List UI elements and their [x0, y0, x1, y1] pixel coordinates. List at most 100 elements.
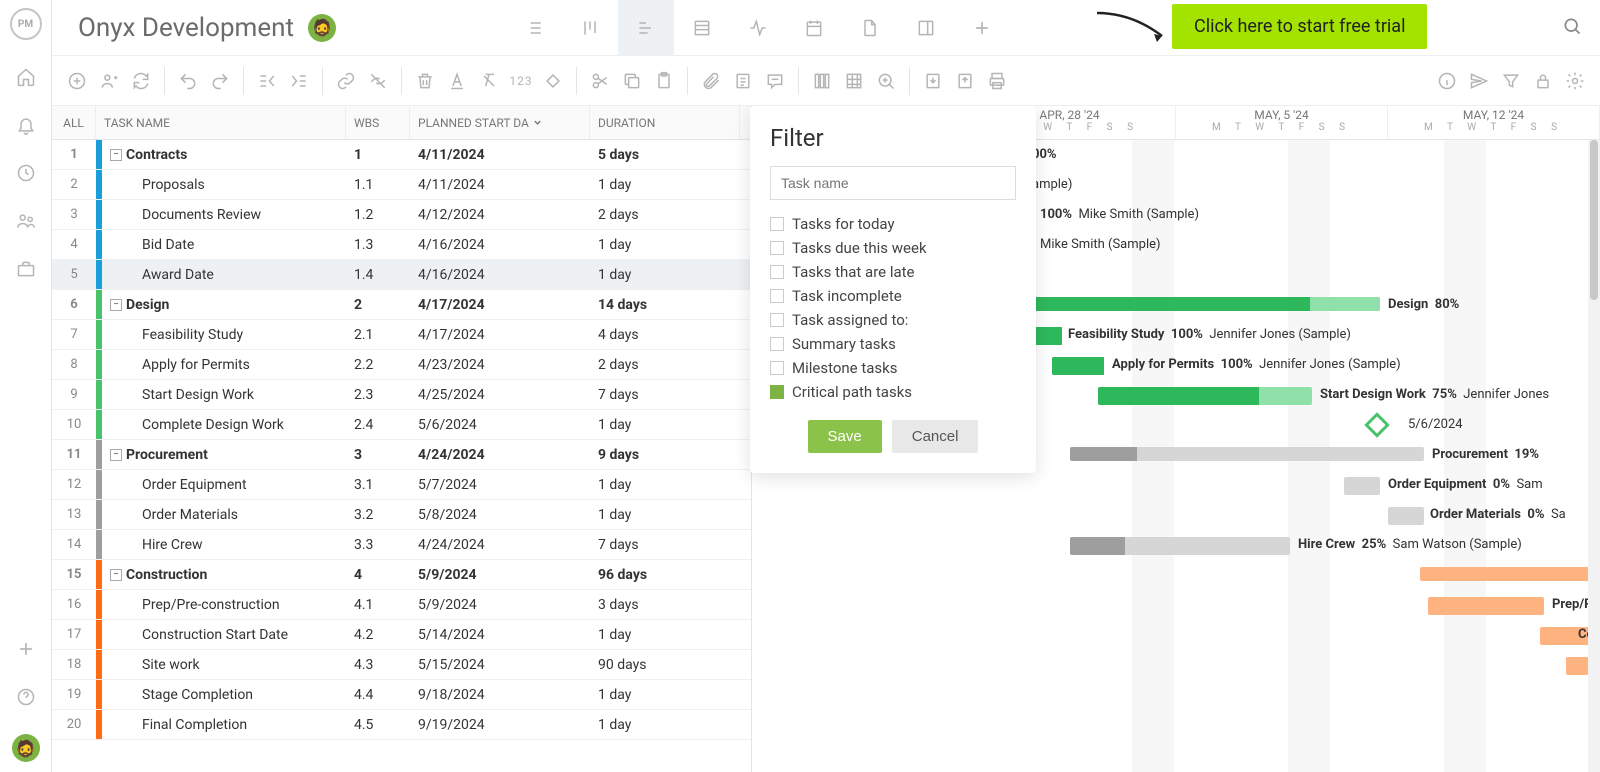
table-row[interactable]: 3Documents Review1.24/12/20242 days	[52, 200, 751, 230]
checkbox[interactable]	[770, 313, 784, 327]
gantt-bar[interactable]	[1032, 297, 1380, 311]
view-panel-icon[interactable]	[898, 0, 954, 56]
table-row[interactable]: 9Start Design Work2.34/25/20247 days	[52, 380, 751, 410]
checkbox[interactable]	[770, 217, 784, 231]
checkbox[interactable]	[770, 385, 784, 399]
attach-icon[interactable]	[700, 71, 722, 91]
col-all[interactable]: ALL	[52, 106, 96, 139]
filter-icon[interactable]	[1500, 71, 1522, 91]
table-row[interactable]: 2Proposals1.14/11/20241 day	[52, 170, 751, 200]
gantt-bar[interactable]	[1388, 507, 1424, 525]
task-name-cell[interactable]: Bid Date	[102, 237, 346, 253]
task-name-cell[interactable]: Hire Crew	[102, 537, 346, 553]
indent-icon[interactable]	[288, 71, 310, 91]
note-icon[interactable]	[732, 71, 754, 91]
task-name-cell[interactable]: Award Date	[102, 267, 346, 283]
home-icon[interactable]	[15, 66, 37, 88]
checkbox[interactable]	[770, 265, 784, 279]
app-logo[interactable]: PM	[10, 8, 42, 40]
project-owner-avatar[interactable]: 🧔	[308, 14, 336, 42]
table-row[interactable]: 4Bid Date1.34/16/20241 day	[52, 230, 751, 260]
task-name-cell[interactable]: Apply for Permits	[102, 357, 346, 373]
task-name-cell[interactable]: −Procurement	[102, 447, 346, 463]
gantt-bar[interactable]	[1070, 447, 1424, 461]
col-wbs[interactable]: WBS	[346, 106, 410, 139]
copy-icon[interactable]	[621, 71, 643, 91]
task-name-cell[interactable]: Start Design Work	[102, 387, 346, 403]
table-row[interactable]: 15−Construction45/9/202496 days	[52, 560, 751, 590]
info-icon[interactable]	[1436, 71, 1458, 91]
task-name-cell[interactable]: −Contracts	[102, 147, 346, 163]
columns-icon[interactable]	[811, 71, 833, 91]
task-name-cell[interactable]: Complete Design Work	[102, 417, 346, 433]
briefcase-icon[interactable]	[15, 258, 37, 280]
save-button[interactable]: Save	[808, 420, 882, 453]
redo-icon[interactable]	[209, 71, 231, 91]
filter-option[interactable]: Task incomplete	[770, 284, 1016, 308]
add-task-icon[interactable]	[66, 71, 88, 91]
gantt-milestone[interactable]	[1364, 412, 1389, 437]
checkbox[interactable]	[770, 241, 784, 255]
col-task-name[interactable]: TASK NAME	[96, 106, 346, 139]
table-row[interactable]: 12Order Equipment3.15/7/20241 day	[52, 470, 751, 500]
gear-icon[interactable]	[1564, 71, 1586, 91]
cancel-button[interactable]: Cancel	[892, 420, 979, 453]
expander-icon[interactable]: −	[110, 569, 122, 581]
view-calendar-icon[interactable]	[786, 0, 842, 56]
table-row[interactable]: 1−Contracts14/11/20245 days	[52, 140, 751, 170]
export-icon[interactable]	[954, 71, 976, 91]
send-icon[interactable]	[1468, 71, 1490, 91]
cta-free-trial[interactable]: Click here to start free trial	[1172, 4, 1427, 49]
gantt-bar[interactable]	[1344, 477, 1380, 495]
checkbox[interactable]	[770, 361, 784, 375]
task-name-cell[interactable]: −Construction	[102, 567, 346, 583]
delete-icon[interactable]	[414, 71, 436, 91]
zoom-icon[interactable]	[875, 71, 897, 91]
gantt-bar[interactable]	[1052, 357, 1104, 375]
table-row[interactable]: 17Construction Start Date4.25/14/20241 d…	[52, 620, 751, 650]
task-name-cell[interactable]: Documents Review	[102, 207, 346, 223]
unlink-icon[interactable]	[367, 71, 389, 91]
view-list-icon[interactable]	[506, 0, 562, 56]
table-row[interactable]: 20Final Completion4.59/19/20241 day	[52, 710, 751, 740]
add-icon[interactable]	[15, 638, 37, 660]
search-icon[interactable]	[1562, 16, 1582, 40]
table-row[interactable]: 16Prep/Pre-construction4.15/9/20243 days	[52, 590, 751, 620]
filter-option[interactable]: Tasks that are late	[770, 260, 1016, 284]
cut-icon[interactable]	[589, 71, 611, 91]
import-icon[interactable]	[922, 71, 944, 91]
filter-option[interactable]: Tasks for today	[770, 212, 1016, 236]
clock-icon[interactable]	[15, 162, 37, 184]
comment-icon[interactable]	[764, 71, 786, 91]
lock-icon[interactable]	[1532, 71, 1554, 91]
task-name-cell[interactable]: Prep/Pre-construction	[102, 597, 346, 613]
team-icon[interactable]	[15, 210, 37, 232]
checkbox[interactable]	[770, 289, 784, 303]
expander-icon[interactable]: −	[110, 149, 122, 161]
gantt-bar[interactable]	[1098, 387, 1312, 405]
table-row[interactable]: 6−Design24/17/202414 days	[52, 290, 751, 320]
scrollbar[interactable]	[1588, 140, 1600, 772]
filter-option[interactable]: Critical path tasks	[770, 380, 1016, 404]
refresh-icon[interactable]	[130, 71, 152, 91]
filter-option[interactable]: Task assigned to:	[770, 308, 1016, 332]
task-name-cell[interactable]: Construction Start Date	[102, 627, 346, 643]
table-row[interactable]: 10Complete Design Work2.45/6/20241 day	[52, 410, 751, 440]
text-color-icon[interactable]	[446, 71, 468, 91]
col-duration[interactable]: DURATION	[590, 106, 740, 139]
table-row[interactable]: 5Award Date1.44/16/20241 day	[52, 260, 751, 290]
table-row[interactable]: 18Site work4.35/15/202490 days	[52, 650, 751, 680]
task-name-cell[interactable]: Stage Completion	[102, 687, 346, 703]
row-number-icon[interactable]: 123	[510, 74, 532, 88]
table-row[interactable]: 13Order Materials3.25/8/20241 day	[52, 500, 751, 530]
help-icon[interactable]	[15, 686, 37, 708]
bell-icon[interactable]	[15, 114, 37, 136]
table-row[interactable]: 14Hire Crew3.34/24/20247 days	[52, 530, 751, 560]
expander-icon[interactable]: −	[110, 299, 122, 311]
filter-option[interactable]: Milestone tasks	[770, 356, 1016, 380]
undo-icon[interactable]	[177, 71, 199, 91]
outdent-icon[interactable]	[256, 71, 278, 91]
view-gantt-icon[interactable]	[618, 0, 674, 56]
clear-format-icon[interactable]	[478, 71, 500, 91]
gantt-bar[interactable]	[1070, 537, 1290, 555]
